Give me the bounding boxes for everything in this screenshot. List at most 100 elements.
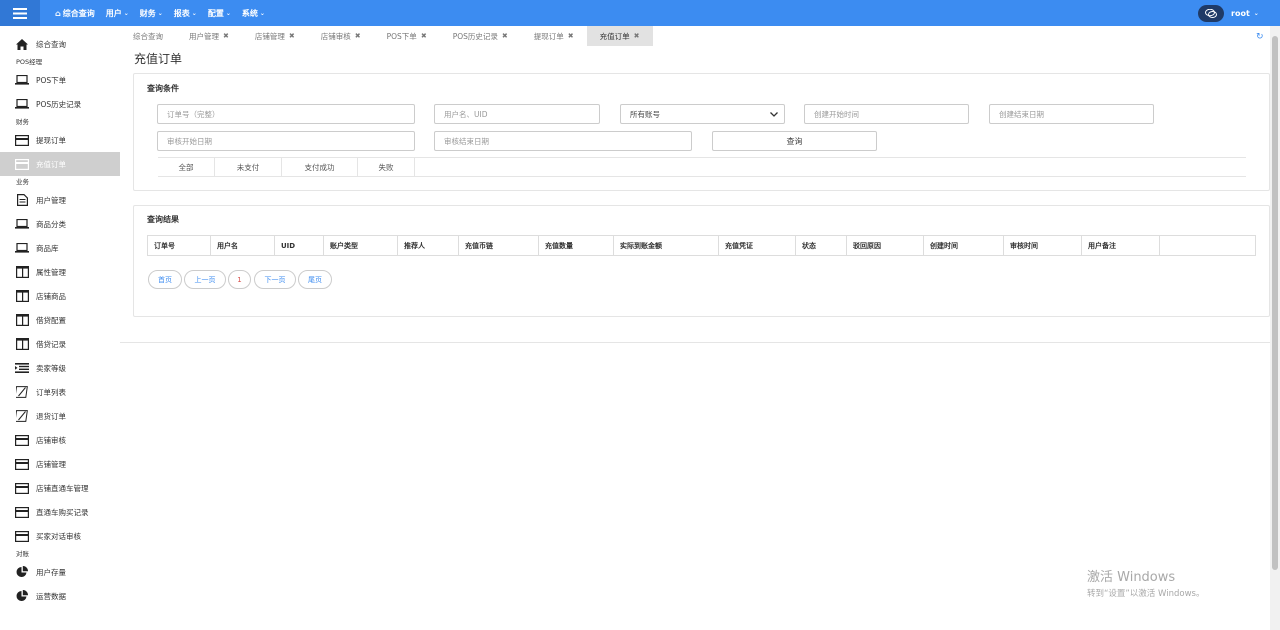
column-header: 审核时间: [1004, 236, 1082, 255]
card-icon: [15, 434, 29, 446]
account-select[interactable]: 所有账号: [620, 104, 785, 124]
pager-first-button[interactable]: 首页: [148, 270, 182, 289]
menu-toggle-button[interactable]: [0, 0, 40, 26]
chevron-down-icon: ⌄: [191, 9, 197, 17]
tab-shop-management[interactable]: 店铺管理 ✖: [242, 26, 308, 46]
tab-pos-history[interactable]: POS历史记录 ✖: [440, 26, 521, 46]
chevron-down-icon: ⌄: [123, 9, 129, 17]
chevron-down-icon: [770, 111, 778, 117]
audit-start-input[interactable]: 审核开始日期: [157, 131, 415, 151]
columns-icon: [15, 314, 29, 326]
sidebar-item-product-category[interactable]: 商品分类: [0, 212, 120, 236]
sidebar-item-operation-data[interactable]: 运营数据: [0, 584, 120, 608]
sidebar-item-loan-records[interactable]: 借贷记录: [0, 332, 120, 356]
sidebar-item-shop-management[interactable]: 店铺管理: [0, 452, 120, 476]
close-icon[interactable]: ✖: [568, 32, 574, 40]
pen-icon: [15, 410, 29, 422]
sidebar-item-shop-products[interactable]: 店铺商品: [0, 284, 120, 308]
windows-activation-watermark: 激活 Windows 转到“设置”以激活 Windows。: [1087, 566, 1204, 599]
column-header: 驳回原因: [847, 236, 924, 255]
sidebar-item-shop-express-management[interactable]: 店铺直通车管理: [0, 476, 120, 500]
sidebar-item-return-orders[interactable]: 退货订单: [0, 404, 120, 428]
results-panel: 查询结果 订单号 用户名 UID 账户类型 推荐人 充值币链 充值数量 实际到账…: [133, 205, 1270, 317]
status-tab-unpaid[interactable]: 未支付: [215, 158, 282, 177]
scrollbar-thumb[interactable]: [1272, 36, 1278, 570]
pager-next-button[interactable]: 下一页: [254, 270, 296, 289]
sidebar-item-label: 商品分类: [36, 219, 66, 229]
column-header: 用户名: [211, 236, 275, 255]
sidebar-item-overview[interactable]: 综合查询: [0, 32, 120, 56]
tab-recharge-orders[interactable]: 充值订单 ✖: [586, 26, 653, 46]
sidebar-item-label: 借贷配置: [36, 315, 66, 325]
tab-user-management[interactable]: 用户管理 ✖: [176, 26, 242, 46]
sidebar-item-express-purchase-records[interactable]: 直通车购买记录: [0, 500, 120, 524]
create-end-input[interactable]: 创建结束日期: [989, 104, 1154, 124]
status-tab-failed[interactable]: 失败: [358, 158, 415, 177]
user-search-input[interactable]: 用户名、UID: [434, 104, 600, 124]
card-icon: [15, 134, 29, 146]
nav-item-user[interactable]: 用户 ⌄: [106, 8, 129, 19]
sidebar-item-label: 运营数据: [36, 591, 66, 601]
column-header: 充值凭证: [719, 236, 796, 255]
column-header: 充值数量: [539, 236, 614, 255]
pager-prev-button[interactable]: 上一页: [184, 270, 226, 289]
pager-current-page[interactable]: 1: [228, 270, 251, 289]
laptop-icon: [15, 218, 29, 230]
sidebar-item-shop-review[interactable]: 店铺审核: [0, 428, 120, 452]
tab-label: 店铺管理: [254, 31, 285, 41]
order-no-input[interactable]: 订单号（完整）: [157, 104, 415, 124]
watermark-line-2: 转到“设置”以激活 Windows。: [1087, 589, 1205, 599]
close-icon[interactable]: ✖: [223, 32, 229, 40]
create-start-input[interactable]: 创建开始时间: [804, 104, 969, 124]
user-menu[interactable]: root ⌄: [1231, 0, 1259, 26]
close-icon[interactable]: ✖: [421, 32, 427, 40]
tab-withdraw-orders[interactable]: 提现订单 ✖: [521, 26, 587, 46]
tab-shop-review[interactable]: 店铺审核 ✖: [308, 26, 374, 46]
page-title: 充值订单: [134, 52, 183, 66]
close-icon[interactable]: ✖: [355, 32, 361, 40]
sidebar-group-title: 对账: [16, 550, 29, 558]
card-icon: [15, 158, 29, 170]
query-button[interactable]: 查询: [712, 131, 877, 151]
close-icon[interactable]: ✖: [502, 32, 508, 40]
sidebar-item-buyer-chat-review[interactable]: 买家对话审核: [0, 524, 120, 548]
pager-last-button[interactable]: 尾页: [298, 270, 332, 289]
sidebar-item-attribute-management[interactable]: 属性管理: [0, 260, 120, 284]
sidebar-item-seller-level[interactable]: 卖家等级: [0, 356, 120, 380]
column-header: 用户备注: [1082, 236, 1160, 255]
column-header: 实际到账金额: [614, 236, 719, 255]
sidebar-item-pos-history[interactable]: POS历史记录: [0, 92, 120, 116]
nav-item-overview[interactable]: ⌂ 综合查询: [55, 8, 95, 19]
sidebar-item-loan-config[interactable]: 借贷配置: [0, 308, 120, 332]
tab-pos-order[interactable]: POS下单 ✖: [374, 26, 440, 46]
status-tab-all[interactable]: 全部: [158, 158, 215, 177]
chat-icon: [1205, 9, 1217, 18]
tab-label: POS下单: [386, 31, 417, 41]
close-icon[interactable]: ✖: [634, 32, 640, 40]
sidebar-item-order-list[interactable]: 订单列表: [0, 380, 120, 404]
sidebar-item-product-library[interactable]: 商品库: [0, 236, 120, 260]
nav-item-finance[interactable]: 财务 ⌄: [140, 8, 163, 19]
close-icon[interactable]: ✖: [289, 32, 295, 40]
sidebar-item-user-management[interactable]: 用户管理: [0, 188, 120, 212]
sidebar-item-label: 店铺商品: [36, 291, 66, 301]
nav-item-config[interactable]: 配置 ⌄: [208, 8, 231, 19]
chat-button[interactable]: [1198, 5, 1224, 22]
sidebar-item-label: 买家对话审核: [36, 531, 81, 541]
tab-overview[interactable]: 综合查询: [120, 26, 176, 46]
refresh-icon[interactable]: ↻: [1256, 32, 1264, 42]
sidebar-item-pos-order[interactable]: POS下单: [0, 68, 120, 92]
columns-icon: [15, 338, 29, 350]
sidebar-item-recharge-orders[interactable]: 充值订单: [0, 152, 120, 176]
laptop-icon: [15, 242, 29, 254]
nav-item-report[interactable]: 报表 ⌄: [174, 8, 197, 19]
status-tab-paid[interactable]: 支付成功: [282, 158, 358, 177]
audit-end-input[interactable]: 审核结束日期: [434, 131, 692, 151]
sidebar-item-label: POS历史记录: [36, 99, 82, 109]
vertical-scrollbar[interactable]: [1270, 26, 1280, 630]
nav-item-system[interactable]: 系统 ⌄: [242, 8, 265, 19]
columns-icon: [15, 266, 29, 278]
sidebar-item-withdraw-orders[interactable]: 提现订单: [0, 128, 120, 152]
username: root: [1231, 8, 1250, 18]
sidebar-item-user-stock[interactable]: 用户存量: [0, 560, 120, 584]
